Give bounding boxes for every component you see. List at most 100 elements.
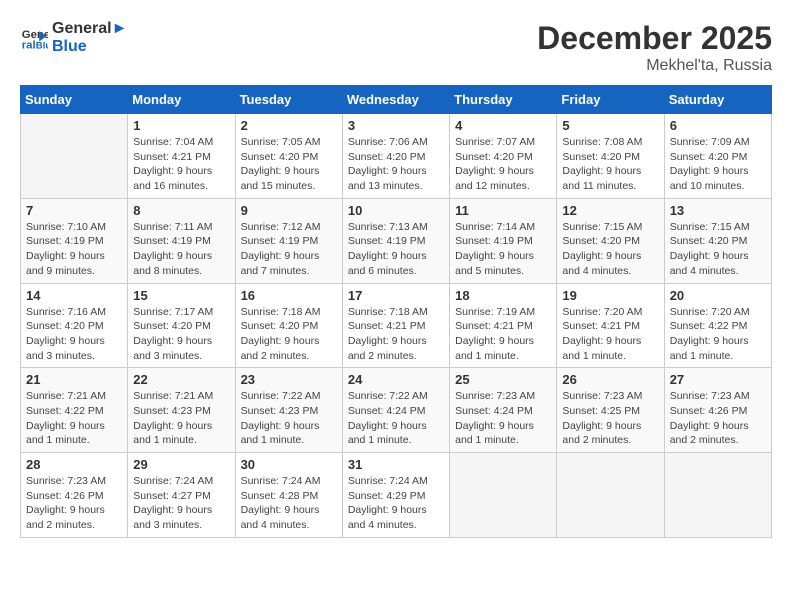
- day-info: Sunrise: 7:15 AMSunset: 4:20 PMDaylight:…: [562, 220, 658, 279]
- day-info: Sunrise: 7:24 AMSunset: 4:29 PMDaylight:…: [348, 474, 444, 533]
- day-number: 6: [670, 118, 766, 133]
- day-info: Sunrise: 7:13 AMSunset: 4:19 PMDaylight:…: [348, 220, 444, 279]
- day-info: Sunrise: 7:12 AMSunset: 4:19 PMDaylight:…: [241, 220, 337, 279]
- day-info: Sunrise: 7:16 AMSunset: 4:20 PMDaylight:…: [26, 305, 122, 364]
- day-info: Sunrise: 7:18 AMSunset: 4:21 PMDaylight:…: [348, 305, 444, 364]
- svg-text:ral: ral: [22, 39, 36, 51]
- day-info: Sunrise: 7:14 AMSunset: 4:19 PMDaylight:…: [455, 220, 551, 279]
- calendar-cell: 14 Sunrise: 7:16 AMSunset: 4:20 PMDayligh…: [21, 283, 128, 368]
- calendar-cell: 25 Sunrise: 7:23 AMSunset: 4:24 PMDayligh…: [450, 368, 557, 453]
- day-info: Sunrise: 7:22 AMSunset: 4:23 PMDaylight:…: [241, 389, 337, 448]
- day-number: 25: [455, 372, 551, 387]
- day-info: Sunrise: 7:05 AMSunset: 4:20 PMDaylight:…: [241, 135, 337, 194]
- day-info: Sunrise: 7:23 AMSunset: 4:24 PMDaylight:…: [455, 389, 551, 448]
- calendar-cell: 29 Sunrise: 7:24 AMSunset: 4:27 PMDayligh…: [128, 453, 235, 538]
- day-info: Sunrise: 7:23 AMSunset: 4:26 PMDaylight:…: [26, 474, 122, 533]
- calendar-cell: 10Sunrise: 7:13 AMSunset: 4:19 PMDayligh…: [342, 198, 449, 283]
- calendar-cell: 9Sunrise: 7:12 AMSunset: 4:19 PMDaylight…: [235, 198, 342, 283]
- calendar-cell: 5 Sunrise: 7:08 AMSunset: 4:20 PMDaylight…: [557, 114, 664, 199]
- day-number: 29: [133, 457, 229, 472]
- week-row-3: 14 Sunrise: 7:16 AMSunset: 4:20 PMDayligh…: [21, 283, 772, 368]
- day-info: Sunrise: 7:18 AMSunset: 4:20 PMDaylight:…: [241, 305, 337, 364]
- day-number: 19: [562, 288, 658, 303]
- day-number: 21: [26, 372, 122, 387]
- day-number: 14: [26, 288, 122, 303]
- weekday-header-wednesday: Wednesday: [342, 86, 449, 114]
- day-info: Sunrise: 7:10 AMSunset: 4:19 PMDaylight:…: [26, 220, 122, 279]
- day-number: 1: [133, 118, 229, 133]
- calendar-cell: 16 Sunrise: 7:18 AMSunset: 4:20 PMDayligh…: [235, 283, 342, 368]
- logo-general: General►: [52, 20, 127, 38]
- calendar-cell: [557, 453, 664, 538]
- day-number: 11: [455, 203, 551, 218]
- svg-text:Blue: Blue: [36, 40, 48, 51]
- logo-blue: Blue: [52, 38, 127, 56]
- day-info: Sunrise: 7:21 AMSunset: 4:22 PMDaylight:…: [26, 389, 122, 448]
- calendar-cell: 22Sunrise: 7:21 AMSunset: 4:23 PMDayligh…: [128, 368, 235, 453]
- day-info: Sunrise: 7:24 AMSunset: 4:28 PMDaylight:…: [241, 474, 337, 533]
- day-number: 31: [348, 457, 444, 472]
- day-number: 27: [670, 372, 766, 387]
- weekday-header-saturday: Saturday: [664, 86, 771, 114]
- day-number: 30: [241, 457, 337, 472]
- day-number: 13: [670, 203, 766, 218]
- day-number: 22: [133, 372, 229, 387]
- day-number: 17: [348, 288, 444, 303]
- day-info: Sunrise: 7:15 AMSunset: 4:20 PMDaylight:…: [670, 220, 766, 279]
- day-number: 3: [348, 118, 444, 133]
- day-info: Sunrise: 7:09 AMSunset: 4:20 PMDaylight:…: [670, 135, 766, 194]
- day-info: Sunrise: 7:11 AMSunset: 4:19 PMDaylight:…: [133, 220, 229, 279]
- day-info: Sunrise: 7:08 AMSunset: 4:20 PMDaylight:…: [562, 135, 658, 194]
- calendar-cell: [21, 114, 128, 199]
- calendar-cell: 19Sunrise: 7:20 AMSunset: 4:21 PMDayligh…: [557, 283, 664, 368]
- calendar-cell: [664, 453, 771, 538]
- calendar-cell: 30 Sunrise: 7:24 AMSunset: 4:28 PMDayligh…: [235, 453, 342, 538]
- calendar-cell: 28 Sunrise: 7:23 AMSunset: 4:26 PMDayligh…: [21, 453, 128, 538]
- calendar-cell: 2 Sunrise: 7:05 AMSunset: 4:20 PMDaylight…: [235, 114, 342, 199]
- day-number: 23: [241, 372, 337, 387]
- calendar-cell: 11 Sunrise: 7:14 AMSunset: 4:19 PMDayligh…: [450, 198, 557, 283]
- calendar-cell: 17 Sunrise: 7:18 AMSunset: 4:21 PMDayligh…: [342, 283, 449, 368]
- calendar-cell: [450, 453, 557, 538]
- day-info: Sunrise: 7:04 AMSunset: 4:21 PMDaylight:…: [133, 135, 229, 194]
- calendar-cell: 24Sunrise: 7:22 AMSunset: 4:24 PMDayligh…: [342, 368, 449, 453]
- location-title: Mekhel'ta, Russia: [537, 57, 772, 75]
- day-number: 15: [133, 288, 229, 303]
- calendar-cell: 27 Sunrise: 7:23 AMSunset: 4:26 PMDayligh…: [664, 368, 771, 453]
- weekday-header-row: SundayMondayTuesdayWednesdayThursdayFrid…: [21, 86, 772, 114]
- calendar-table: SundayMondayTuesdayWednesdayThursdayFrid…: [20, 85, 772, 538]
- calendar-cell: 1 Sunrise: 7:04 AMSunset: 4:21 PMDaylight…: [128, 114, 235, 199]
- day-info: Sunrise: 7:23 AMSunset: 4:25 PMDaylight:…: [562, 389, 658, 448]
- day-info: Sunrise: 7:20 AMSunset: 4:22 PMDaylight:…: [670, 305, 766, 364]
- day-info: Sunrise: 7:17 AMSunset: 4:20 PMDaylight:…: [133, 305, 229, 364]
- day-number: 12: [562, 203, 658, 218]
- day-info: Sunrise: 7:24 AMSunset: 4:27 PMDaylight:…: [133, 474, 229, 533]
- day-number: 20: [670, 288, 766, 303]
- day-info: Sunrise: 7:23 AMSunset: 4:26 PMDaylight:…: [670, 389, 766, 448]
- day-number: 28: [26, 457, 122, 472]
- page-header: Gene ral Blue General► Blue December 202…: [20, 20, 772, 75]
- calendar-cell: 7Sunrise: 7:10 AMSunset: 4:19 PMDaylight…: [21, 198, 128, 283]
- logo-icon: Gene ral Blue: [20, 24, 48, 52]
- week-row-5: 28 Sunrise: 7:23 AMSunset: 4:26 PMDayligh…: [21, 453, 772, 538]
- calendar-cell: 4Sunrise: 7:07 AMSunset: 4:20 PMDaylight…: [450, 114, 557, 199]
- weekday-header-sunday: Sunday: [21, 86, 128, 114]
- day-info: Sunrise: 7:06 AMSunset: 4:20 PMDaylight:…: [348, 135, 444, 194]
- day-info: Sunrise: 7:19 AMSunset: 4:21 PMDaylight:…: [455, 305, 551, 364]
- week-row-4: 21 Sunrise: 7:21 AMSunset: 4:22 PMDayligh…: [21, 368, 772, 453]
- logo: Gene ral Blue General► Blue: [20, 20, 127, 55]
- day-number: 26: [562, 372, 658, 387]
- weekday-header-tuesday: Tuesday: [235, 86, 342, 114]
- calendar-cell: 3 Sunrise: 7:06 AMSunset: 4:20 PMDaylight…: [342, 114, 449, 199]
- weekday-header-thursday: Thursday: [450, 86, 557, 114]
- day-number: 5: [562, 118, 658, 133]
- day-number: 8: [133, 203, 229, 218]
- calendar-cell: 26 Sunrise: 7:23 AMSunset: 4:25 PMDayligh…: [557, 368, 664, 453]
- calendar-cell: 21 Sunrise: 7:21 AMSunset: 4:22 PMDayligh…: [21, 368, 128, 453]
- calendar-cell: 13 Sunrise: 7:15 AMSunset: 4:20 PMDayligh…: [664, 198, 771, 283]
- week-row-2: 7Sunrise: 7:10 AMSunset: 4:19 PMDaylight…: [21, 198, 772, 283]
- day-info: Sunrise: 7:07 AMSunset: 4:20 PMDaylight:…: [455, 135, 551, 194]
- day-number: 2: [241, 118, 337, 133]
- title-area: December 2025 Mekhel'ta, Russia: [537, 20, 772, 75]
- day-number: 16: [241, 288, 337, 303]
